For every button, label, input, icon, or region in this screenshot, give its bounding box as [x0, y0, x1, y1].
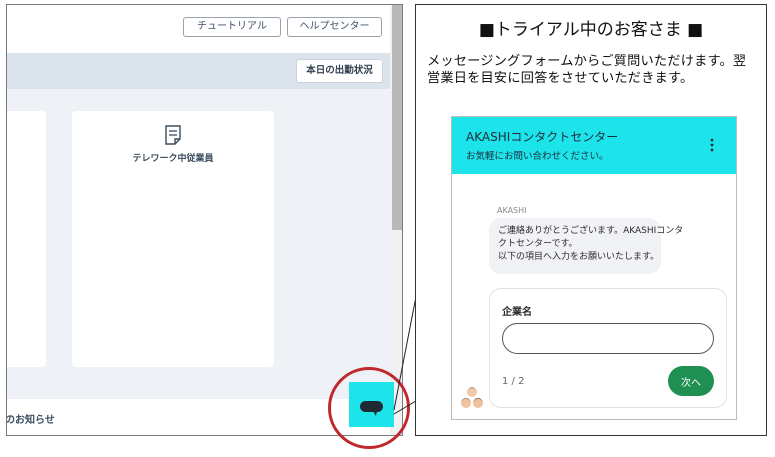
company-name-input[interactable]: [502, 323, 714, 354]
telework-card[interactable]: テレワーク中従業員: [72, 111, 274, 367]
more-vertical-icon[interactable]: [710, 137, 714, 153]
scrollbar[interactable]: [390, 5, 402, 435]
message-line: クトセンターです。: [498, 239, 578, 249]
callout-title: ■トライアル中のお客さま ■: [478, 20, 704, 40]
message-line: 以下の項目へ入力をお願いいたします。: [498, 252, 660, 262]
highlight-circle: [328, 367, 410, 449]
help-center-button[interactable]: ヘルプセンター: [287, 17, 382, 37]
app-toolbar: チュートリアル ヘルプセンター: [7, 5, 390, 53]
form-step-indicator: 1 / 2: [502, 376, 525, 387]
app-subbar: 本日の出勤状況: [7, 53, 390, 89]
today-attendance-button[interactable]: 本日の出勤状況: [296, 59, 383, 83]
telework-card-label: テレワーク中従業員: [132, 154, 214, 164]
form-card: 企業名 1 / 2 次へ: [489, 288, 727, 408]
document-icon: [165, 125, 181, 145]
dashboard-card[interactable]: [7, 111, 46, 367]
message-bubble: ご連絡ありがとうございます。AKASHIコンタ クトセンターです。 以下の項目へ…: [489, 218, 684, 274]
next-button[interactable]: 次へ: [668, 366, 714, 396]
news-label[interactable]: のお知らせ: [7, 411, 55, 426]
chat-subtitle: お気軽にお問い合わせください。: [466, 151, 609, 162]
message-line: ご連絡ありがとうございます。AKASHIコンタ: [498, 226, 684, 236]
scrollbar-thumb[interactable]: [392, 5, 402, 230]
message-sender: AKASHI: [497, 206, 527, 215]
chat-title: AKASHIコンタクトセンター: [466, 130, 619, 144]
chat-widget: AKASHIコンタクトセンター お気軽にお問い合わせください。 AKASHI ご…: [451, 116, 737, 420]
company-name-label: 企業名: [502, 307, 532, 318]
callout-description: メッセージングフォームからご質問いただけます。翌営業日を目安に回答をさせていただ…: [427, 54, 747, 86]
dashboard-content: テレワーク中従業員: [7, 89, 390, 399]
chat-header: AKASHIコンタクトセンター お気軽にお問い合わせください。: [452, 117, 736, 174]
agent-avatars-icon: [461, 387, 483, 408]
app-screenshot: チュートリアル ヘルプセンター 本日の出勤状況 テレワーク中従業員 のお知らせ: [6, 4, 403, 436]
tutorial-button[interactable]: チュートリアル: [183, 17, 281, 37]
